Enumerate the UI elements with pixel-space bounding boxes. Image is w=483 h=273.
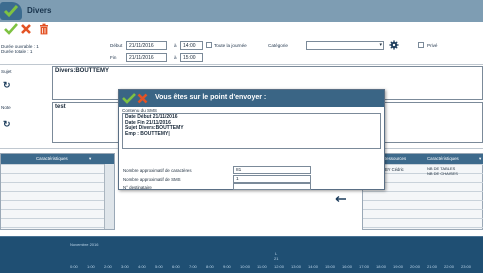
ressource-cell[interactable]: BY Cédric — [385, 167, 404, 172]
refresh-icon: ↻ — [3, 119, 11, 129]
delete-button[interactable] — [38, 23, 50, 35]
fin-label: Fin — [110, 55, 117, 60]
prive-checkbox[interactable] — [418, 42, 424, 48]
window-titlebar — [0, 0, 483, 22]
timeline-hour-label: 22:00 — [444, 264, 455, 269]
timeline-hour-label: 21:00 — [427, 264, 438, 269]
timeline-hour-label: 0:00 — [70, 264, 78, 269]
nb-sms-field[interactable]: 1 — [233, 175, 311, 183]
timeline-hour-label: 19:00 — [393, 264, 404, 269]
send-sms-dialog: Vous êtes sur le point d'envoyer : Conte… — [118, 89, 385, 190]
timeline-hour-label: 16:00 — [342, 264, 353, 269]
timeline-hour-label: 1:00 — [87, 264, 95, 269]
cancel-button[interactable] — [20, 23, 32, 35]
left-grid: Caractéristiques ▾ — [0, 153, 115, 230]
prive-label: Privé — [427, 43, 438, 48]
timeline-hour-label: 11:00 — [257, 264, 267, 269]
categorie-label: Catégorie — [268, 43, 288, 48]
dialog-titlebar: Vous êtes sur le point d'envoyer : — [119, 90, 384, 107]
arrow-left-icon — [335, 195, 346, 203]
close-icon — [21, 24, 31, 34]
gear-icon — [389, 40, 399, 50]
left-grid-header: Caractéristiques ▾ — [1, 154, 114, 164]
close-icon[interactable] — [137, 93, 148, 104]
duree-totale-label: Durée totale : 1 — [1, 49, 33, 54]
left-grid-scrollbar[interactable] — [104, 164, 114, 229]
toolbar — [0, 22, 483, 36]
toute-journee-label: Toute la journée — [214, 43, 247, 48]
timeline-hour-label: 7:00 — [189, 264, 197, 269]
ressources-header-label: Ressources — [383, 156, 407, 161]
timeline-hour-label: 6:00 — [172, 264, 180, 269]
nb-caracteres-label: Nombre approximatif de caractères — [123, 168, 192, 173]
confirm-check-icon[interactable] — [122, 93, 136, 104]
debut-date-field[interactable]: 21/11/2016 — [126, 41, 167, 50]
transfer-left-button[interactable] — [335, 195, 347, 203]
timeline-hour-label: 15:00 — [325, 264, 336, 269]
timeline-hour-label: 9:00 — [223, 264, 231, 269]
categorie-select[interactable]: ▾ — [306, 41, 384, 50]
caracteristique-cell[interactable]: NB DE CHAISES — [427, 171, 458, 176]
nb-caracteres-field[interactable]: 81 — [233, 166, 311, 174]
chevron-down-icon: ▾ — [379, 42, 382, 48]
timeline-hour-label: 23:00 — [461, 264, 472, 269]
timeline-hour-label: 12:00 — [274, 264, 285, 269]
timeline-day-number: 21 — [274, 256, 279, 261]
sort-icon: ▾ — [89, 156, 92, 161]
sujet-refresh-button[interactable]: ↻ — [3, 80, 11, 91]
fin-time-field[interactable]: 15:00 — [180, 53, 203, 62]
sort-icon: ▾ — [479, 156, 482, 161]
timeline-hour-label: 4:00 — [138, 264, 146, 269]
timeline-hour-label: 17:00 — [359, 264, 370, 269]
timeline-hour-label: 8:00 — [206, 264, 214, 269]
validate-button[interactable] — [4, 23, 18, 35]
sms-line: Emp : BOUTTEMY| — [125, 130, 170, 137]
left-grid-header-label: Caractéristiques — [36, 156, 68, 161]
sujet-label: Sujet — [1, 69, 12, 74]
timeline-hour-label: 2:00 — [104, 264, 112, 269]
trash-icon — [40, 23, 48, 35]
logo-check-icon — [3, 5, 19, 18]
timeline-hour-label: 18:00 — [376, 264, 387, 269]
fin-a-label: à — [174, 55, 177, 60]
destinataire-label: N° destinataire — [123, 185, 152, 190]
timeline-hour-label: 10:00 — [240, 264, 251, 269]
sms-content-field[interactable]: Date Début 21/11/2016 Date Fin 21/11/201… — [122, 113, 381, 149]
debut-a-label: à — [174, 43, 177, 48]
divider — [0, 64, 483, 65]
timeline-month-label: Novembre 2016 — [70, 242, 99, 247]
timeline-hour-label: 14:00 — [308, 264, 319, 269]
window-title: Divers — [27, 6, 52, 15]
nb-sms-label: Nombre approximatif de SMS — [123, 177, 181, 182]
timeline-hour-label: 20:00 — [410, 264, 421, 269]
refresh-icon: ↻ — [3, 80, 11, 90]
debut-label: Début — [110, 43, 123, 48]
fin-date-field[interactable]: 21/11/2016 — [126, 53, 167, 62]
check-icon — [4, 23, 18, 35]
timeline-hour-label: 13:00 — [291, 264, 302, 269]
settings-button[interactable] — [389, 40, 399, 50]
left-grid-body[interactable] — [1, 164, 104, 229]
timeline-hour-label: 3:00 — [121, 264, 129, 269]
timeline-top-border — [0, 236, 483, 237]
timeline-hour-label: 5:00 — [155, 264, 163, 269]
app-logo — [0, 2, 22, 20]
caracteristiques-header-label: Caractéristiques — [427, 156, 459, 161]
note-refresh-button[interactable]: ↻ — [3, 119, 11, 130]
toute-journee-checkbox[interactable] — [206, 42, 212, 48]
dialog-title: Vous êtes sur le point d'envoyer : — [155, 94, 267, 101]
note-label: Note — [1, 105, 11, 110]
debut-time-field[interactable]: 14:00 — [180, 41, 203, 50]
destinataire-field[interactable] — [233, 183, 311, 190]
timeline-hours: 0:00 1:00 2:00 3:00 4:00 5:00 6:00 7:00 8:00 9:00… — [70, 264, 483, 271]
